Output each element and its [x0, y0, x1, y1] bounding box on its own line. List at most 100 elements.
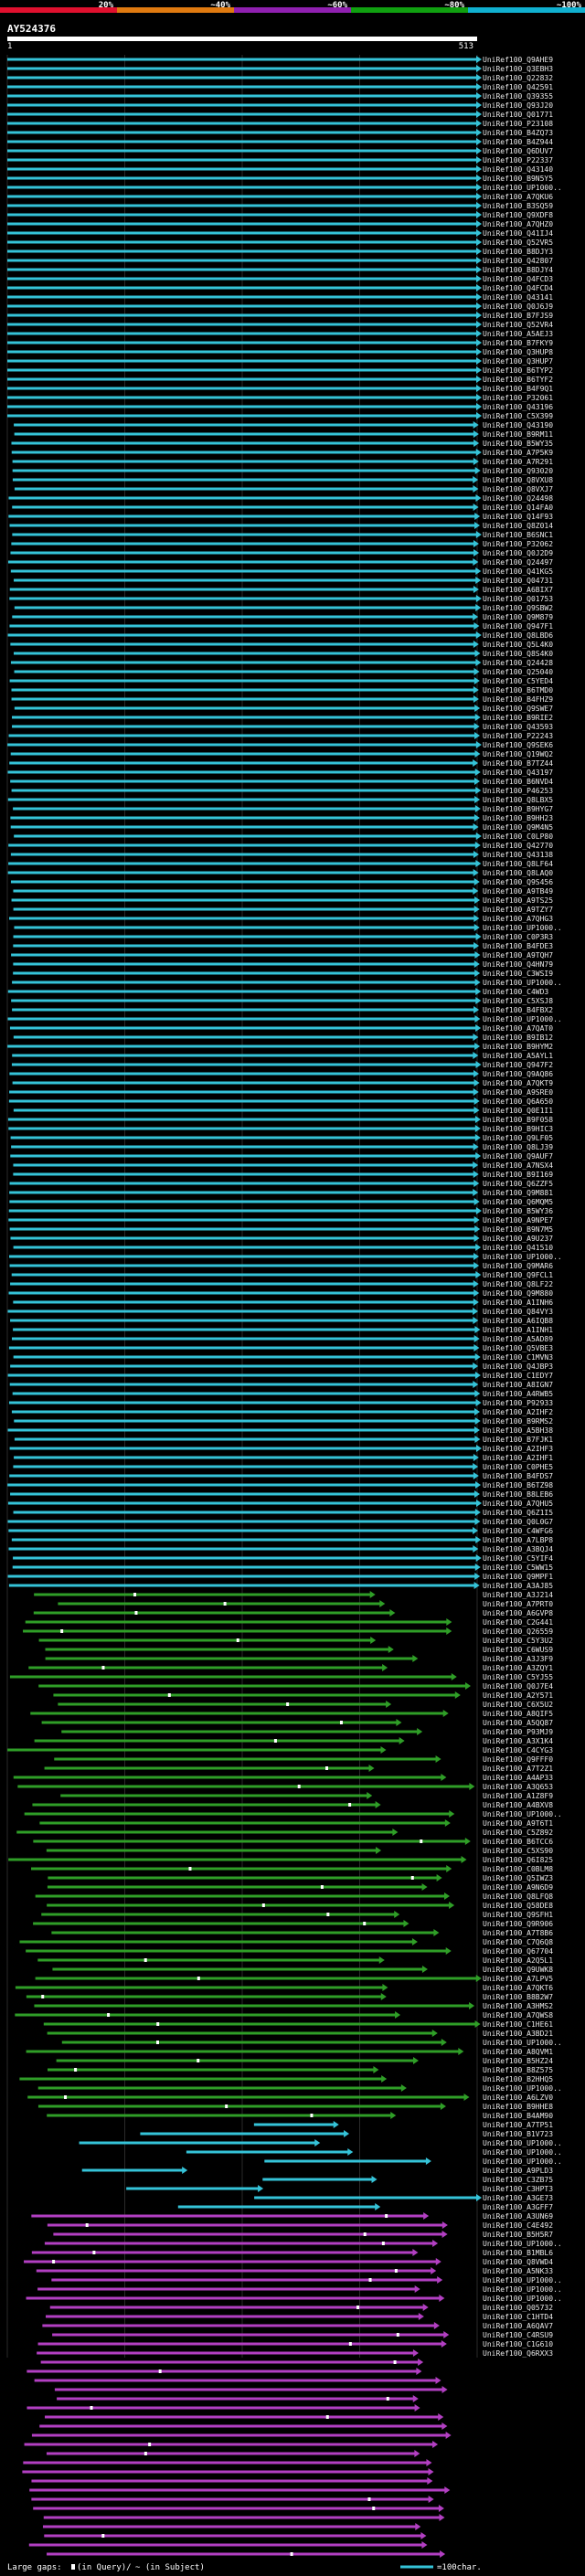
hit-arrow — [474, 1353, 481, 1361]
hit-arrow — [437, 2276, 443, 2284]
gap-marker — [158, 2369, 162, 2373]
hit-arrow — [469, 1783, 475, 1790]
hit-arrow — [464, 1838, 471, 1845]
gap-marker — [144, 2452, 147, 2455]
hit-label: UniRef100_B4FHZ9 — [483, 695, 553, 704]
hit-label: UniRef100_C0P3R3 — [483, 933, 553, 941]
hit-label: UniRef100_A7LBP8 — [483, 1536, 553, 1544]
hit-arrow — [445, 1947, 452, 1955]
gap-marker — [348, 1803, 352, 1807]
hit-label: UniRef100_C4E492 — [483, 2221, 553, 2230]
hit-arrow — [375, 2203, 381, 2210]
hit-label: UniRef100_A7P5K9 — [483, 449, 553, 457]
hit-arrow — [476, 156, 482, 164]
hit-arrow — [347, 2148, 354, 2156]
hit-arrow — [476, 330, 482, 337]
hit-arrow — [475, 1271, 482, 1278]
hit-arrow — [476, 339, 482, 346]
hit-arrow — [476, 92, 482, 100]
hit-label: UniRef100_A2Y571 — [483, 1691, 553, 1700]
hit-arrow — [390, 2112, 397, 2119]
hit-arrow — [438, 2505, 444, 2512]
hit-label: UniRef100_UP1000.. — [483, 2084, 562, 2093]
hit-arrow — [476, 321, 482, 328]
hit-arrow — [475, 631, 482, 639]
gap-marker — [396, 2333, 399, 2337]
hit-label: UniRef100_A7R291 — [483, 458, 553, 466]
hit-arrow — [475, 741, 482, 748]
hit-arrow — [418, 2359, 424, 2366]
hit-arrow — [474, 1481, 481, 1489]
hit-arrow — [432, 2441, 439, 2448]
hit-arrow — [436, 1874, 442, 1882]
hit-arrow — [433, 2322, 440, 2329]
hit-arrow — [473, 1344, 480, 1352]
hit-arrow — [441, 2221, 448, 2229]
hit-arrow — [476, 357, 482, 365]
hit-arrow — [475, 449, 482, 456]
hit-label: UniRef100_Q01753 — [483, 595, 553, 603]
query-title: AY524376 — [7, 23, 56, 35]
gap-marker — [356, 2306, 360, 2309]
hit-label: UniRef100_A8IGN7 — [483, 1381, 553, 1389]
hit-label: UniRef100_A3BQJ4 — [483, 1545, 553, 1553]
hit-label: UniRef100_Q26559 — [483, 1627, 553, 1636]
gap-marker — [156, 2041, 160, 2044]
hit-arrow — [476, 229, 482, 237]
hit-label: UniRef100_A7PRT0 — [483, 1600, 553, 1608]
hit-label: UniRef100_A6LZV0 — [483, 2094, 553, 2102]
hit-arrow — [441, 2422, 448, 2430]
hit-label: UniRef100_C4CYG3 — [483, 1746, 553, 1754]
gap-marker — [261, 1903, 265, 1907]
hit-arrow — [441, 2340, 447, 2348]
hit-arrow — [258, 2185, 264, 2192]
hit-label: UniRef100_B6TCC6 — [483, 1838, 553, 1846]
hit-arrow — [420, 2532, 427, 2539]
hit-arrow — [333, 2121, 339, 2128]
hit-label: UniRef100_A7QKU6 — [483, 193, 553, 201]
hit-arrow — [473, 1289, 480, 1297]
hit-arrow — [473, 586, 479, 593]
hit-label: UniRef100_B8Z575 — [483, 2066, 553, 2074]
hit-arrow — [441, 2039, 447, 2046]
hit-arrow — [476, 193, 482, 200]
hit-label: UniRef100_Q43141 — [483, 293, 553, 302]
hit-label: UniRef100_UP1000.. — [483, 1015, 562, 1023]
hit-arrow — [446, 1618, 452, 1626]
gap-marker — [41, 1995, 45, 1998]
hit-label: UniRef100_Q0E1I1 — [483, 1107, 553, 1115]
hit-arrow — [475, 787, 482, 794]
hit-label: UniRef100_Q9FCL1 — [483, 1271, 553, 1279]
gap-marker — [107, 2013, 111, 2017]
hit-arrow — [476, 257, 482, 264]
legend-query-gap-swatch — [71, 2564, 75, 2570]
hit-arrow — [473, 430, 479, 438]
hit-label: UniRef100_B4F9Q1 — [483, 385, 553, 393]
hit-label: UniRef100_A7TP51 — [483, 2121, 553, 2129]
hit-arrow — [464, 1682, 471, 1690]
hit-arrow — [475, 988, 482, 995]
hit-arrow — [476, 101, 482, 109]
hit-label: UniRef100_Q14F93 — [483, 513, 553, 521]
hit-label: UniRef100_A3UN69 — [483, 2212, 553, 2221]
hit-label: UniRef100_Q41KG5 — [483, 567, 553, 576]
hit-arrow — [435, 2258, 441, 2265]
hit-arrow — [473, 421, 479, 429]
hit-label: UniRef100_A3Q653 — [483, 1783, 553, 1791]
hit-arrow — [474, 1564, 481, 1571]
hit-label: UniRef100_B4FDE3 — [483, 942, 553, 950]
hit-arrow — [473, 1070, 480, 1077]
hit-arrow — [431, 2030, 438, 2037]
hit-label: UniRef100_B5WY36 — [483, 1207, 553, 1215]
hit-label: UniRef100_A2IHF3 — [483, 1445, 553, 1453]
hit-label: UniRef100_B4Z944 — [483, 138, 553, 146]
hit-label: UniRef100_A4BXV8 — [483, 1801, 553, 1809]
hit-label: UniRef100_Q22832 — [483, 74, 553, 82]
gap-marker — [368, 2278, 372, 2282]
hit-arrow — [474, 1417, 481, 1425]
gap-marker — [273, 1739, 277, 1743]
hit-label: UniRef100_C7Q6Q8 — [483, 1938, 553, 1946]
hit-label: UniRef100_A9U237 — [483, 1235, 553, 1243]
hit-label: UniRef100_Q9UWK8 — [483, 1966, 553, 1974]
hit-label: UniRef100_Q9FFF0 — [483, 1755, 553, 1764]
